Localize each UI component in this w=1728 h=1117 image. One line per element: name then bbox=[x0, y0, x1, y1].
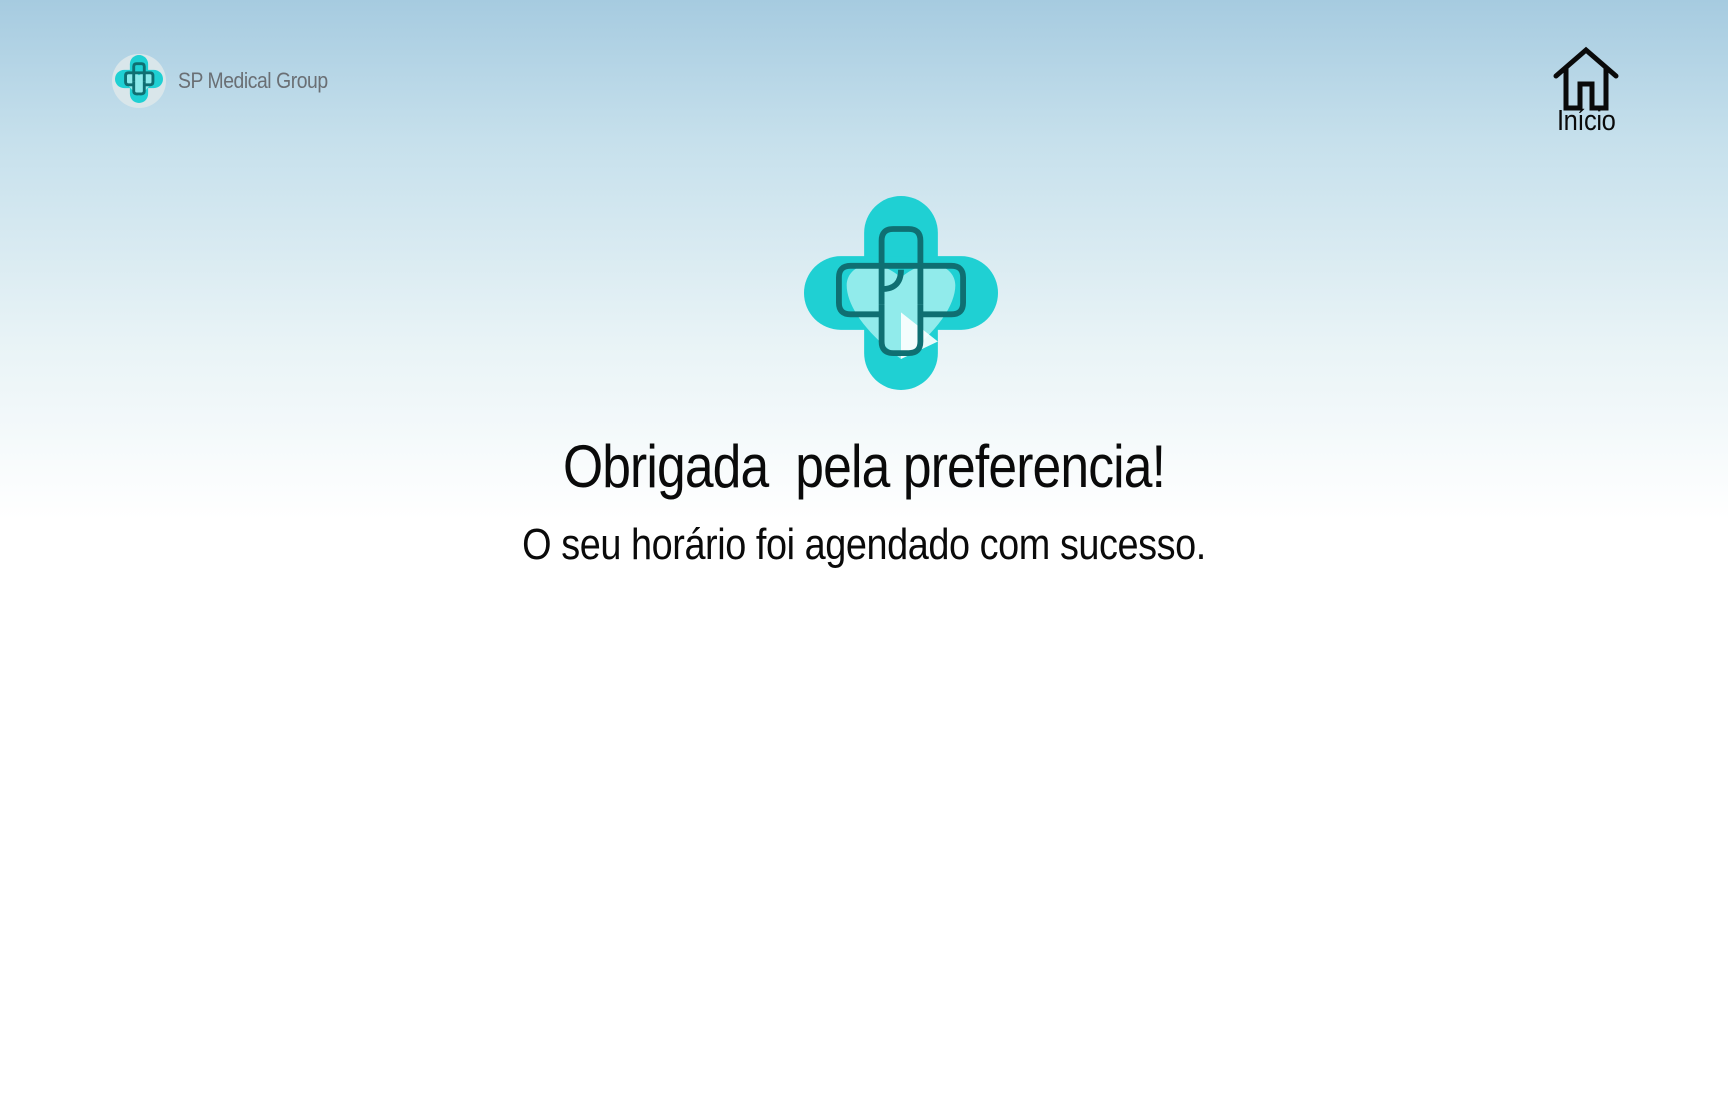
page-title: Obrigada pela preferencia! bbox=[562, 433, 1166, 500]
brand-logo bbox=[112, 54, 166, 108]
home-link[interactable]: Início bbox=[1546, 46, 1626, 138]
hero-logo bbox=[804, 196, 998, 390]
confirmation-message: O seu horário foi agendado com sucesso. bbox=[522, 520, 1206, 569]
home-label[interactable]: Início bbox=[1557, 105, 1616, 138]
medical-cross-heart-icon bbox=[804, 196, 998, 394]
brand: SP Medical Group bbox=[112, 54, 348, 108]
medical-cross-heart-icon bbox=[115, 54, 163, 108]
brand-name: SP Medical Group bbox=[178, 68, 328, 93]
